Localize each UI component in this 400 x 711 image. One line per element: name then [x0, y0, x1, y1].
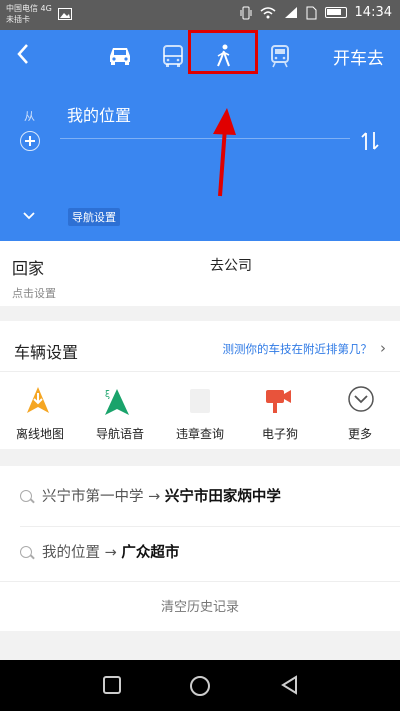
chevron-right-icon[interactable]: ›: [380, 339, 386, 357]
car-icon[interactable]: [107, 44, 133, 66]
vehicle-settings-title: 车辆设置: [14, 343, 79, 362]
more-icon[interactable]: [347, 385, 375, 413]
carrier-name: 中国电信 4G: [6, 4, 52, 13]
search-icon: [20, 490, 32, 502]
sim-status: 未插卡: [6, 15, 30, 24]
from-label: 从: [24, 110, 35, 123]
clear-history-button[interactable]: 清空历史记录: [0, 596, 400, 615]
recent-apps-icon[interactable]: [102, 675, 122, 695]
divider: [20, 526, 400, 527]
selected-mode-highlight: [188, 30, 258, 74]
nav-settings-button[interactable]: 导航设置: [68, 208, 120, 226]
history-item[interactable]: 兴宁市第一中学 → 兴宁市田家炳中学: [20, 485, 281, 506]
divider: [0, 371, 400, 372]
red-arrow-annotation: [213, 108, 236, 197]
swap-icon[interactable]: [360, 130, 380, 152]
image-icon: [58, 8, 72, 20]
system-nav-bar: [0, 660, 400, 711]
company-shortcut[interactable]: 去公司: [210, 255, 252, 275]
offline-map-label[interactable]: 离线地图: [0, 425, 80, 442]
history-arrow: →: [104, 545, 117, 561]
history-arrow: →: [148, 489, 161, 505]
home-title: 回家: [12, 259, 45, 278]
home-circle-icon[interactable]: [189, 675, 211, 697]
more-label[interactable]: 更多: [320, 425, 400, 442]
history-card: 兴宁市第一中学 → 兴宁市田家炳中学 我的位置 → 广众超市 清空历史记录: [0, 466, 400, 631]
history-item[interactable]: 我的位置 → 广众超市: [20, 541, 179, 562]
offline-map-icon[interactable]: [25, 385, 51, 417]
camera-label[interactable]: 电子狗: [240, 425, 320, 442]
route-header: 开车去 从 我的位置 导航设置: [0, 30, 400, 241]
history-from: 兴宁市第一中学: [42, 489, 144, 505]
history-to: 兴宁市田家炳中学: [164, 489, 281, 505]
train-icon[interactable]: [270, 44, 290, 68]
clock: 14:34: [354, 5, 392, 20]
home-card[interactable]: 回家 点击设置 去公司: [0, 241, 400, 306]
history-to: 广众超市: [121, 545, 180, 561]
wifi-icon: [260, 7, 276, 19]
back-triangle-icon[interactable]: [280, 675, 300, 695]
chevron-down-icon[interactable]: [23, 212, 35, 220]
camera-icon[interactable]: [263, 385, 295, 417]
search-icon: [20, 546, 32, 558]
carrier-info: 中国电信 4G 未插卡: [6, 3, 52, 25]
bus-icon[interactable]: [162, 44, 184, 68]
vehicle-settings-card: 车辆设置 测测你的车技在附近排第几？ › 离线地图 ξ 导航语音 违章查询 电子…: [0, 321, 400, 449]
sim-icon: [306, 6, 317, 19]
driving-skill-link[interactable]: 测测你的车技在附近排第几？: [223, 341, 373, 357]
origin-field[interactable]: 我的位置: [67, 102, 131, 126]
history-from: 我的位置: [42, 545, 100, 561]
status-icons: 14:34: [240, 5, 392, 20]
nav-voice-icon[interactable]: ξ: [103, 385, 131, 417]
violation-icon[interactable]: [187, 385, 213, 417]
signal-icon: [284, 7, 297, 18]
svg-text:ξ: ξ: [105, 390, 110, 400]
divider: [0, 581, 400, 582]
nav-voice-label[interactable]: 导航语音: [80, 425, 160, 442]
home-subtitle: 点击设置: [12, 287, 56, 300]
violation-label[interactable]: 违章查询: [160, 425, 240, 442]
vibrate-icon: [240, 6, 252, 19]
drive-button[interactable]: 开车去: [333, 44, 384, 69]
add-waypoint-icon[interactable]: [20, 131, 40, 151]
status-bar: 中国电信 4G 未插卡 14:34: [0, 0, 400, 30]
battery-icon: [324, 7, 347, 18]
back-arrow-icon[interactable]: [12, 40, 36, 68]
